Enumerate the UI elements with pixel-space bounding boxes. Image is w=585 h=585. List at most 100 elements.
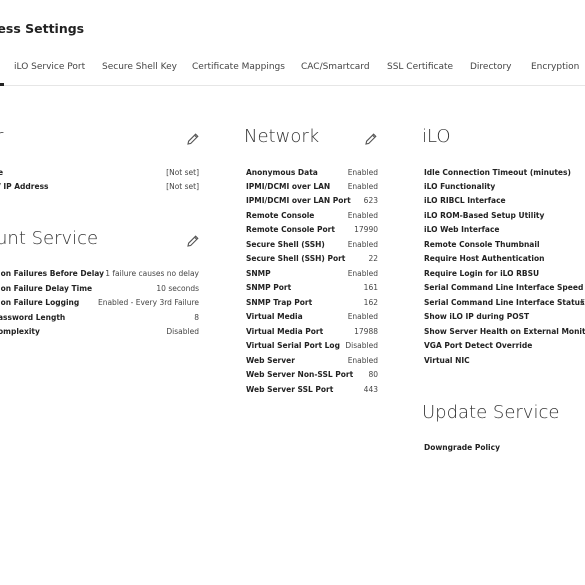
- setting-value: Enabled: [347, 312, 378, 321]
- settings-row: IPMI/DCMI over LAN Enabled: [246, 182, 378, 196]
- setting-value: [Not set]: [166, 182, 199, 191]
- setting-value: 162: [363, 298, 378, 307]
- setting-value: Enabled: [347, 356, 378, 365]
- settings-row: iLO ROM-Based Setup Utility: [424, 211, 585, 225]
- setting-label: Web Server SSL Port: [246, 385, 334, 394]
- tab-ilo-service-port[interactable]: iLO Service Port: [14, 62, 85, 72]
- setting-label: Show iLO IP during POST: [424, 312, 530, 321]
- settings-row: Show iLO IP during POST: [424, 312, 585, 326]
- setting-value: 80: [368, 370, 378, 379]
- settings-row: Virtual Serial Port Log Disabled: [246, 341, 378, 355]
- setting-label: Remote Console: [246, 211, 315, 220]
- setting-value: Enabled: [347, 168, 378, 177]
- section-title-ilo: iLO: [422, 126, 451, 147]
- settings-row: Serial Command Line Interface Speed: [424, 283, 585, 297]
- section-title-left-top: r: [0, 126, 3, 147]
- setting-label: iLO RIBCL Interface: [424, 196, 506, 205]
- setting-value: 161: [363, 283, 378, 292]
- setting-label: Serial Command Line Interface Speed: [424, 283, 584, 292]
- setting-value: Enabled: [347, 269, 378, 278]
- setting-label: assword Length: [0, 313, 66, 322]
- setting-label: IPMI/DCMI over LAN: [246, 182, 331, 191]
- setting-label: ion Failures Before Delay: [0, 269, 104, 278]
- edit-pencil-icon[interactable]: [186, 233, 200, 247]
- setting-label: Require Login for iLO RBSU: [424, 269, 540, 278]
- setting-label: Serial Command Line Interface Status: [424, 298, 585, 307]
- settings-row: ion Failure Logging Enabled - Every 3rd …: [0, 298, 199, 312]
- tab-cac-smartcard[interactable]: CAC/Smartcard: [301, 62, 370, 72]
- setting-label: SNMP: [246, 269, 271, 278]
- setting-value: Disabled: [345, 341, 378, 350]
- setting-label: omplexity: [0, 327, 40, 336]
- setting-label: Virtual Media Port: [246, 327, 324, 336]
- setting-label: Web Server Non-SSL Port: [246, 370, 354, 379]
- setting-label: Downgrade Policy: [424, 443, 500, 452]
- tab-certificate-mappings[interactable]: Certificate Mappings: [192, 62, 285, 72]
- setting-label: ion Failure Delay Time: [0, 284, 93, 293]
- tab-ssl-certificate[interactable]: SSL Certificate: [387, 62, 453, 72]
- setting-label: Show Server Health on External Monitor: [424, 327, 585, 336]
- setting-label: Remote Console Thumbnail: [424, 240, 540, 249]
- setting-label: Virtual NIC: [424, 356, 470, 365]
- settings-row: Web Server Non-SSL Port 80: [246, 370, 378, 384]
- setting-value: 623: [363, 196, 378, 205]
- edit-pencil-icon[interactable]: [364, 131, 378, 145]
- settings-row: SNMP Enabled: [246, 269, 378, 283]
- settings-row: iLO Web Interface: [424, 225, 585, 239]
- setting-value: 8: [194, 313, 199, 322]
- settings-row: IPMI/DCMI over LAN Port 623: [246, 196, 378, 210]
- settings-row: Anonymous Data Enabled: [246, 168, 378, 182]
- settings-row: Serial Command Line Interface Status E: [424, 298, 585, 312]
- setting-value: Enabled - Every 3rd Failure: [97, 298, 199, 307]
- setting-value: 443: [363, 385, 378, 394]
- setting-label: iLO Web Interface: [424, 225, 500, 234]
- settings-row: Secure Shell (SSH) Enabled: [246, 240, 378, 254]
- settings-row: VGA Port Detect Override: [424, 341, 585, 355]
- settings-row: Require Host Authentication: [424, 254, 585, 268]
- setting-label: Secure Shell (SSH) Port: [246, 254, 346, 263]
- setting-label: VGA Port Detect Override: [424, 341, 533, 350]
- setting-label: Anonymous Data: [246, 168, 318, 177]
- active-tab-indicator: [0, 83, 4, 86]
- settings-row: iLO RIBCL Interface: [424, 196, 585, 210]
- setting-value: 17990: [354, 225, 378, 234]
- section-title-network: Network: [244, 126, 320, 147]
- settings-row: Downgrade Policy: [424, 443, 585, 457]
- tab-bar: iLO Service Port Secure Shell Key Certif…: [0, 62, 585, 86]
- setting-label: ion Failure Logging: [0, 298, 80, 307]
- section-title-update-service: Update Service: [422, 402, 560, 423]
- settings-row: Remote Console Port 17990: [246, 225, 378, 239]
- setting-label: SNMP Trap Port: [246, 298, 313, 307]
- settings-row: Web Server SSL Port 443: [246, 385, 378, 399]
- settings-row: SNMP Trap Port 162: [246, 298, 378, 312]
- tab-secure-shell-key[interactable]: Secure Shell Key: [102, 62, 177, 72]
- setting-value: 17988: [354, 327, 378, 336]
- setting-value: [Not set]: [166, 168, 199, 177]
- setting-label: Remote Console Port: [246, 225, 335, 234]
- setting-label: Secure Shell (SSH): [246, 240, 325, 249]
- setting-value: 1 failure causes no delay: [105, 269, 199, 278]
- section-title-account-service: unt Service: [0, 228, 99, 249]
- setting-label: Idle Connection Timeout (minutes): [424, 168, 571, 177]
- settings-row: assword Length 8: [0, 313, 199, 327]
- tab-directory[interactable]: Directory: [470, 62, 511, 72]
- setting-label: / IP Address: [0, 182, 49, 191]
- settings-row: Virtual Media Port 17988: [246, 327, 378, 341]
- settings-row: Virtual Media Enabled: [246, 312, 378, 326]
- settings-row: Show Server Health on External Monitor: [424, 327, 585, 341]
- tab-encryption[interactable]: Encryption: [531, 62, 579, 72]
- setting-value: E: [580, 298, 585, 307]
- setting-label: iLO Functionality: [424, 182, 496, 191]
- settings-row: SNMP Port 161: [246, 283, 378, 297]
- setting-value: 10 seconds: [156, 284, 199, 293]
- edit-pencil-icon[interactable]: [186, 131, 200, 145]
- settings-row: ion Failure Delay Time 10 seconds: [0, 284, 199, 298]
- settings-row: Remote Console Enabled: [246, 211, 378, 225]
- page-title: cess Settings: [0, 21, 85, 36]
- setting-label: Virtual Media: [246, 312, 303, 321]
- setting-value: Enabled: [347, 240, 378, 249]
- setting-label: SNMP Port: [246, 283, 292, 292]
- settings-row: ion Failures Before Delay 1 failure caus…: [0, 269, 199, 283]
- setting-value: Enabled: [347, 182, 378, 191]
- settings-row: Require Login for iLO RBSU: [424, 269, 585, 283]
